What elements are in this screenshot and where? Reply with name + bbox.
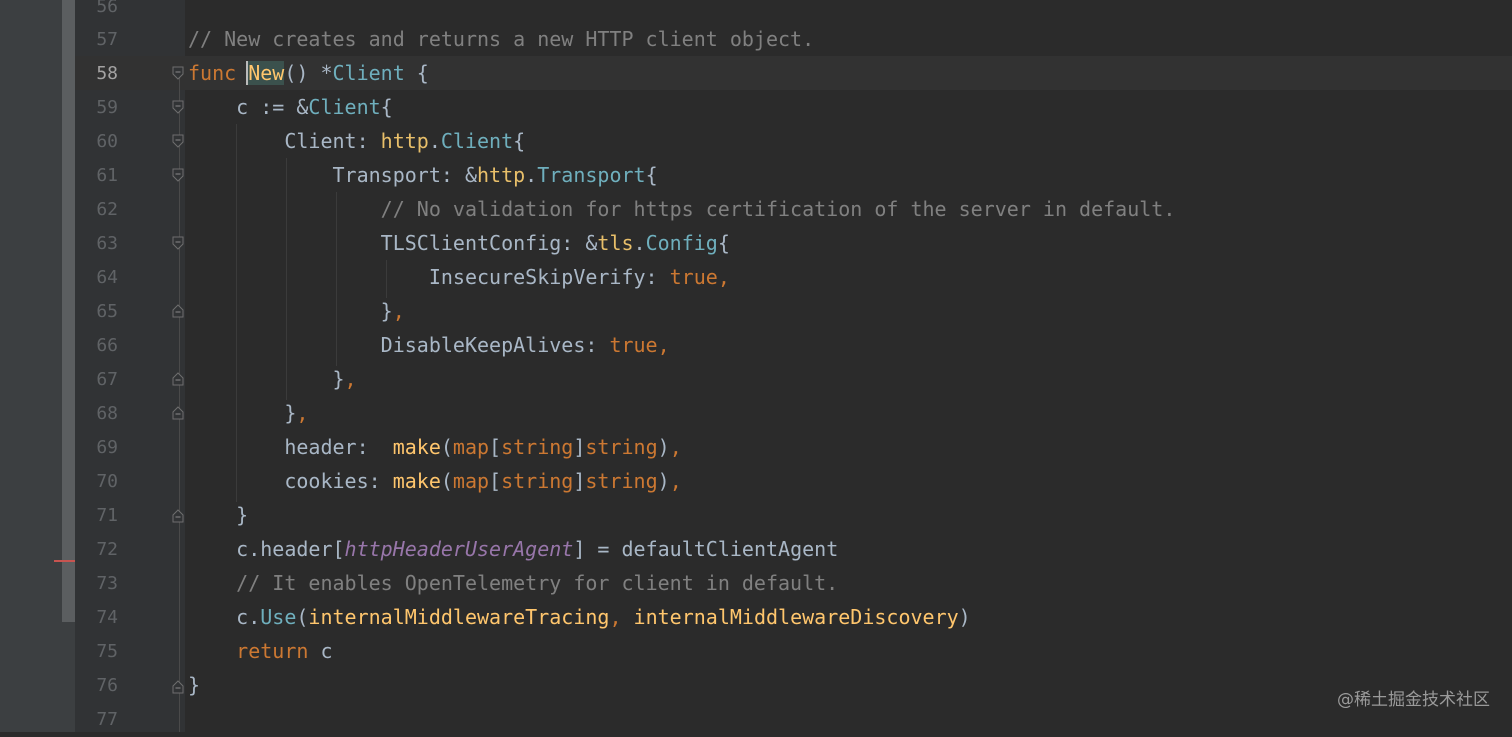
fold-close-icon[interactable] (172, 509, 184, 523)
code-line[interactable]: }, (188, 396, 1512, 430)
code-line[interactable]: cookies: make(map[string]string), (188, 464, 1512, 498)
code-line[interactable]: c := &Client{ (188, 90, 1512, 124)
code-line[interactable]: // No validation for https certification… (188, 192, 1512, 226)
fold-open-icon[interactable] (172, 100, 184, 114)
fold-open-icon[interactable] (172, 168, 184, 182)
code-line[interactable]: // It enables OpenTelemetry for client i… (188, 566, 1512, 600)
line-number: 67 (96, 369, 118, 390)
code-line[interactable]: return c (188, 634, 1512, 668)
fold-open-icon[interactable] (172, 236, 184, 250)
line-number: 73 (96, 573, 118, 594)
fold-close-icon[interactable] (172, 406, 184, 420)
line-number: 61 (96, 165, 118, 186)
line-number: 62 (96, 199, 118, 220)
change-marker[interactable] (54, 560, 76, 562)
code-line[interactable]: } (188, 498, 1512, 532)
line-number: 75 (96, 641, 118, 662)
watermark: @稀土掘金技术社区 (1337, 690, 1490, 710)
code-line[interactable]: }, (188, 362, 1512, 396)
line-number: 66 (96, 335, 118, 356)
code-line[interactable]: // New creates and returns a new HTTP cl… (188, 22, 1512, 56)
code-line[interactable]: DisableKeepAlives: true, (188, 328, 1512, 362)
code-line[interactable]: InsecureSkipVerify: true, (188, 260, 1512, 294)
line-number: 76 (96, 675, 118, 696)
code-line[interactable] (188, 0, 1512, 22)
code-line[interactable]: c.header[httpHeaderUserAgent] = defaultC… (188, 532, 1512, 566)
left-tool-strip-lower (62, 622, 75, 732)
editor-scroll-marker[interactable] (62, 0, 75, 622)
code-line[interactable]: func New() *Client { (188, 56, 1512, 90)
fold-close-icon[interactable] (172, 680, 184, 694)
code-line[interactable]: header: make(map[string]string), (188, 430, 1512, 464)
line-number: 59 (96, 97, 118, 118)
line-number: 57 (96, 29, 118, 50)
line-number: 60 (96, 131, 118, 152)
fold-close-icon[interactable] (172, 304, 184, 318)
line-number: 72 (96, 539, 118, 560)
code-line[interactable]: TLSClientConfig: &tls.Config{ (188, 226, 1512, 260)
left-tool-strip (0, 0, 62, 732)
fold-open-icon[interactable] (172, 66, 184, 80)
fold-open-icon[interactable] (172, 134, 184, 148)
line-number: 74 (96, 607, 118, 628)
code-line[interactable]: Transport: &http.Transport{ (188, 158, 1512, 192)
line-number: 58 (96, 63, 118, 84)
code-line[interactable]: }, (188, 294, 1512, 328)
line-number: 64 (96, 267, 118, 288)
line-number: 70 (96, 471, 118, 492)
code-line[interactable]: c.Use(internalMiddlewareTracing, interna… (188, 600, 1512, 634)
line-number: 69 (96, 437, 118, 458)
line-number: 68 (96, 403, 118, 424)
line-number: 63 (96, 233, 118, 254)
code-line[interactable]: Client: http.Client{ (188, 124, 1512, 158)
line-number: 65 (96, 301, 118, 322)
line-number: 56 (96, 0, 118, 17)
fold-close-icon[interactable] (172, 372, 184, 386)
line-number: 71 (96, 505, 118, 526)
code-line[interactable]: } (188, 668, 1512, 702)
fold-guide-line (179, 694, 180, 732)
code-line[interactable] (188, 702, 1512, 736)
